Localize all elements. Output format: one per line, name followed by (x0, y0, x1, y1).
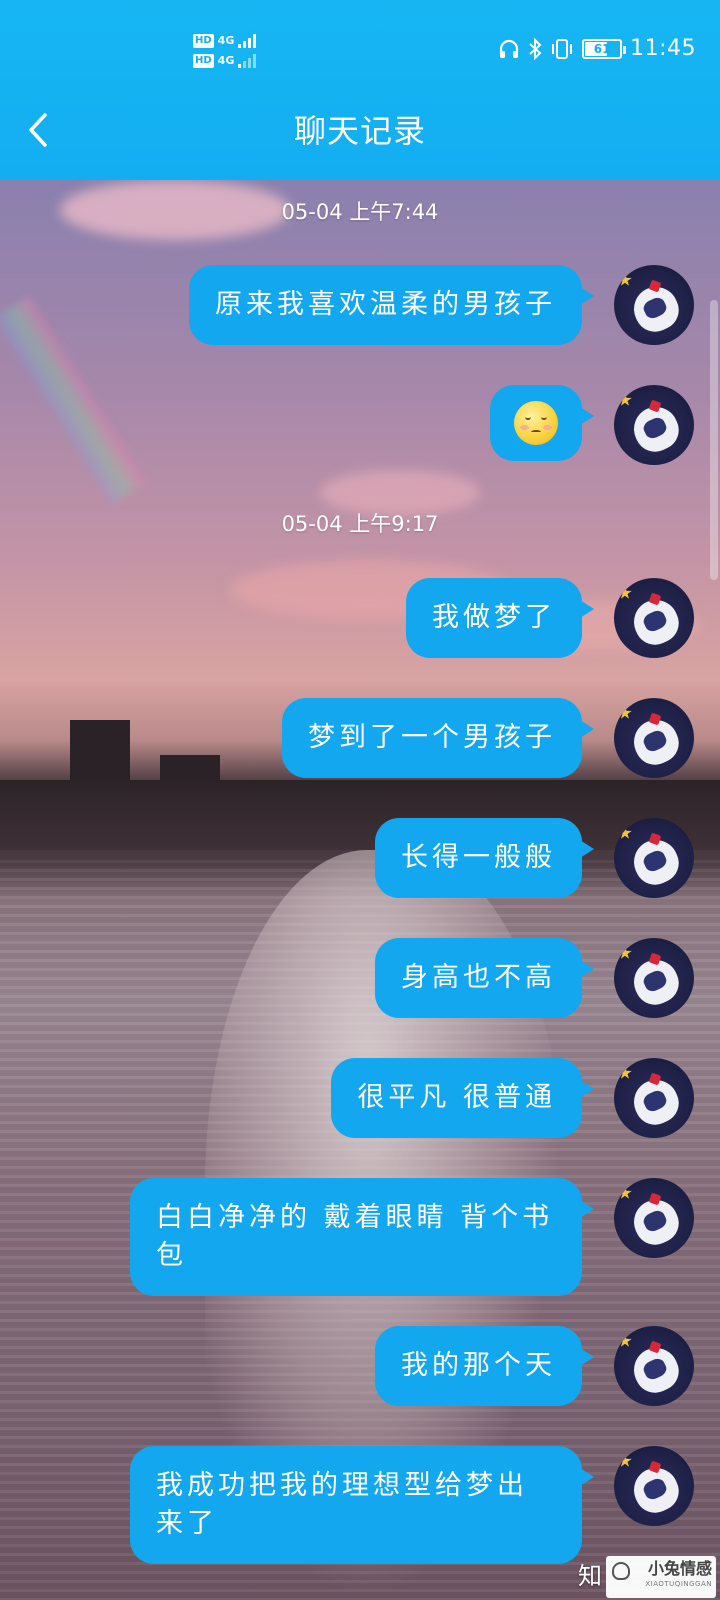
message-text: 白白净净的 戴着眼睛 背个书包 (156, 1202, 554, 1271)
network-gen-label: 4G (217, 54, 235, 67)
network-gen-label: 4G (217, 34, 235, 47)
clock: 11:45 (630, 36, 696, 61)
bluetooth-icon (529, 37, 542, 60)
message-bubble[interactable]: 身高也不高 (375, 938, 594, 1018)
message-row: 我做梦了 (0, 578, 720, 658)
chat-timestamp: 05-04 上午7:44 (281, 200, 439, 224)
avatar[interactable] (614, 265, 694, 345)
message-bubble[interactable]: 长得一般般 (375, 818, 594, 898)
message-bubble[interactable]: 梦到了一个男孩子 (282, 698, 594, 778)
message-text: 很平凡 很普通 (357, 1082, 556, 1113)
battery-level: 61 (593, 41, 611, 56)
signal-icon (238, 34, 257, 48)
avatar[interactable] (614, 385, 694, 465)
message-row: 身高也不高 (0, 938, 720, 1018)
message-row: 很平凡 很普通 (0, 1058, 720, 1138)
message-bubble[interactable]: 原来我喜欢温柔的男孩子 (189, 265, 594, 345)
message-row: 我的那个天 (0, 1326, 720, 1406)
message-row: 原来我喜欢温柔的男孩子 (0, 265, 720, 345)
scrollbar[interactable] (710, 300, 718, 580)
vibrate-icon (552, 38, 573, 59)
message-text: 我的那个天 (401, 1350, 556, 1381)
avatar[interactable] (614, 1178, 694, 1258)
avatar[interactable] (614, 938, 694, 1018)
network-indicators: HD 4G HD 4G (193, 34, 257, 74)
zhihu-watermark: 知 (578, 1562, 602, 1590)
brand-pinyin: XIAOTUQINGGAN (645, 1580, 712, 1588)
message-row: 我成功把我的理想型给梦出来了 (0, 1446, 720, 1564)
message-row: 梦到了一个男孩子 (0, 698, 720, 778)
headphones-icon (499, 39, 519, 58)
avatar[interactable] (614, 698, 694, 778)
message-text: 我做梦了 (432, 602, 556, 633)
message-bubble[interactable]: 我做梦了 (406, 578, 594, 658)
avatar[interactable] (614, 578, 694, 658)
status-right: 61 11:45 (498, 36, 696, 61)
rabbit-logo-icon (612, 1562, 630, 1580)
chat-background-photo (0, 0, 720, 1600)
message-bubble[interactable]: 白白净净的 戴着眼睛 背个书包 (130, 1178, 594, 1296)
top-header: HD 4G HD 4G 61 11:45 聊天记录 (0, 0, 720, 180)
message-text: 我成功把我的理想型给梦出来了 (156, 1470, 528, 1539)
chat-timestamp: 05-04 上午9:17 (281, 512, 439, 536)
blush-smile-emoji (514, 401, 558, 445)
page-title: 聊天记录 (293, 112, 426, 150)
hd-badge: HD (193, 54, 214, 68)
status-bar: HD 4G HD 4G 61 11:45 (0, 0, 720, 100)
avatar[interactable] (614, 818, 694, 898)
avatar[interactable] (614, 1446, 694, 1526)
brand-watermark: 小兔情感 XIAOTUQINGGAN (606, 1556, 716, 1598)
battery-icon: 61 (582, 38, 627, 59)
message-bubble[interactable]: 很平凡 很普通 (331, 1058, 594, 1138)
avatar[interactable] (614, 1058, 694, 1138)
message-row: 长得一般般 (0, 818, 720, 898)
signal-icon (238, 54, 257, 68)
message-bubble[interactable]: 我的那个天 (375, 1326, 594, 1406)
message-text: 原来我喜欢温柔的男孩子 (215, 289, 556, 320)
message-row: 白白净净的 戴着眼睛 背个书包 (0, 1178, 720, 1296)
message-text: 身高也不高 (401, 962, 556, 993)
hd-badge: HD (193, 34, 214, 48)
message-row (0, 385, 720, 465)
message-bubble[interactable] (490, 385, 594, 461)
avatar[interactable] (614, 1326, 694, 1406)
message-text: 长得一般般 (401, 842, 556, 873)
message-text: 梦到了一个男孩子 (308, 722, 556, 753)
message-bubble[interactable]: 我成功把我的理想型给梦出来了 (130, 1446, 594, 1564)
